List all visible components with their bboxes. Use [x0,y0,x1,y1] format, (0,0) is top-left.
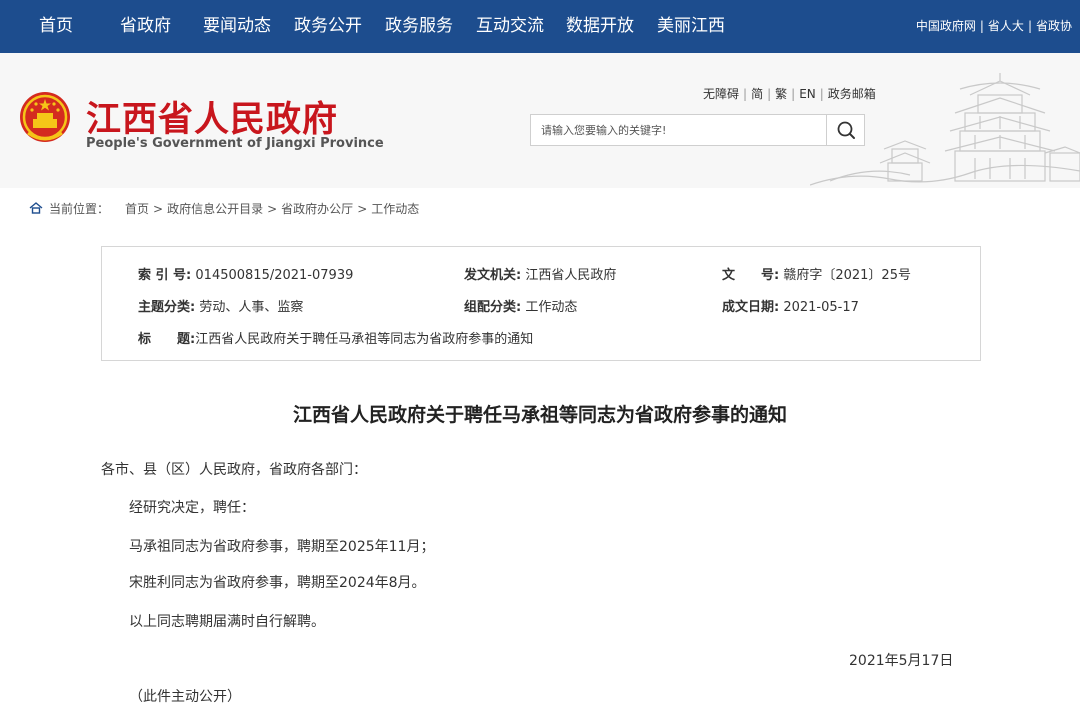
national-emblem-icon[interactable] [18,89,72,147]
link-provincial-congress[interactable]: 省人大 [988,19,1024,33]
document-paragraph: 经研究决定，聘任： [129,500,255,516]
separator: | [1027,19,1032,33]
top-nav-bar: 首页 省政府 要闻动态 政务公开 政务服务 互动交流 数据开放 美丽江西 中国政… [0,0,1080,53]
site-title[interactable]: 江西省人民政府 [86,91,338,142]
separator: | [743,87,748,101]
home-icon [29,202,43,214]
separator: | [791,87,796,101]
meta-issuer: 发文机关: 江西省人民政府 [464,264,616,283]
meta-title: 标 题:江西省人民政府关于聘任马承祖等同志为省政府参事的通知 [138,328,533,347]
document-paragraph: 以上同志聘期届满时自行解聘。 [129,614,325,630]
document-paragraph: 宋胜利同志为省政府参事，聘期至2024年8月。 [129,575,426,591]
breadcrumb-item-general-office[interactable]: 省政府办公厅 [281,202,353,216]
breadcrumb-label: 当前位置： [49,202,110,216]
breadcrumb: 当前位置： 首页 > 政府信息公开目录 > 省政府办公厅 > 工作动态 [29,200,419,217]
separator: | [767,87,772,101]
main-content: 当前位置： 首页 > 政府信息公开目录 > 省政府办公厅 > 工作动态 索 引 号: 0145… [12,188,1068,726]
nav-item-home[interactable]: 首页 [39,0,73,53]
meta-category-label: 组配分类: [464,300,522,315]
meta-issuer-label: 发文机关: [464,268,522,283]
nav-item-gov-affairs-open[interactable]: 政务公开 [294,0,362,53]
meta-title-value: 江西省人民政府关于聘任马承祖等同志为省政府参事的通知 [195,332,534,347]
link-traditional[interactable]: 繁 [775,87,787,101]
meta-index-label: 索 引 号: [138,268,192,283]
nav-item-interaction[interactable]: 互动交流 [476,0,544,53]
nav-item-beautiful-jiangxi[interactable]: 美丽江西 [657,0,725,53]
separator: | [979,19,984,33]
meta-docno-value: 赣府字〔2021〕25号 [783,268,911,283]
meta-topic-value: 劳动、人事、监察 [199,300,304,315]
meta-index-value: 014500815/2021-07939 [195,268,354,283]
breadcrumb-item-work-news[interactable]: 工作动态 [371,202,419,216]
meta-index: 索 引 号: 014500815/2021-07939 [138,264,353,283]
link-china-gov[interactable]: 中国政府网 [916,19,976,33]
document-title: 江西省人民政府关于聘任马承祖等同志为省政府参事的通知 [292,404,787,426]
document-date: 2021年5月17日 [849,653,954,669]
breadcrumb-separator: > [357,202,368,216]
link-provincial-cppcc[interactable]: 省政协 [1036,19,1072,33]
meta-title-label: 标 题: [138,332,196,347]
site-subtitle: People's Government of Jiangxi Province [86,136,384,151]
meta-category-value: 工作动态 [525,300,578,315]
meta-topic: 主题分类: 劳动、人事、监察 [138,296,303,315]
site-header: 江西省人民政府 People's Government of Jiangxi P… [0,53,1080,188]
meta-date-label: 成文日期: [722,300,780,315]
meta-topic-label: 主题分类: [138,300,196,315]
meta-docno-label: 文 号: [722,268,780,283]
nav-item-news[interactable]: 要闻动态 [203,0,271,53]
nav-item-open-data[interactable]: 数据开放 [566,0,634,53]
meta-docno: 文 号: 赣府字〔2021〕25号 [722,264,911,283]
meta-issuer-value: 江西省人民政府 [525,268,617,283]
document-paragraph: 马承祖同志为省政府参事，聘期至2025年11月； [129,539,435,555]
link-simplified[interactable]: 简 [751,87,763,101]
document-publicity-note: （此件主动公开） [129,689,241,705]
meta-category: 组配分类: 工作动态 [464,296,577,315]
breadcrumb-separator: > [153,202,164,216]
nav-item-gov-services[interactable]: 政务服务 [385,0,453,53]
document-metadata-table: 索 引 号: 014500815/2021-07939 发文机关: 江西省人民政… [101,246,981,361]
top-right-links: 中国政府网 | 省人大 | 省政协 [916,0,1072,53]
meta-date-value: 2021-05-17 [783,300,859,315]
breadcrumb-separator: > [267,202,278,216]
nav-item-provincial-gov[interactable]: 省政府 [120,0,171,53]
document-salutation: 各市、县（区）人民政府，省政府各部门： [101,462,367,478]
breadcrumb-item-home[interactable]: 首页 [125,202,149,216]
breadcrumb-item-info-catalog[interactable]: 政府信息公开目录 [167,202,263,216]
tengwang-pavilion-illustration [810,73,1080,186]
search-input[interactable] [531,115,827,145]
meta-date: 成文日期: 2021-05-17 [722,296,859,315]
link-accessibility[interactable]: 无障碍 [703,87,739,101]
